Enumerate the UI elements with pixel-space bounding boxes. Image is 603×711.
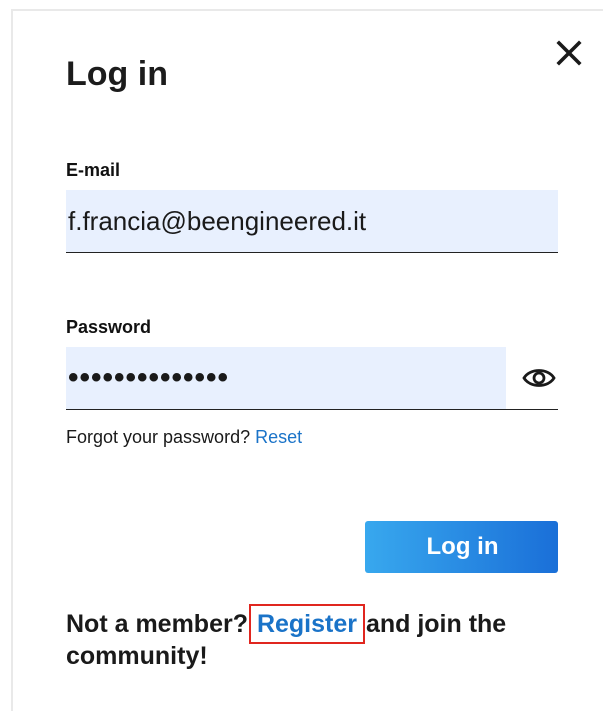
password-input[interactable] xyxy=(66,347,506,409)
register-prompt: Not a member? Register and join the comm… xyxy=(66,604,536,672)
email-label: E-mail xyxy=(66,160,121,180)
register-link[interactable]: Register xyxy=(248,604,365,644)
password-field xyxy=(66,347,558,410)
close-icon xyxy=(556,40,582,66)
email-input[interactable] xyxy=(66,190,558,253)
show-password-toggle[interactable] xyxy=(522,365,556,391)
forgot-password-text: Forgot your password? xyxy=(66,427,251,447)
reset-password-link[interactable]: Reset xyxy=(255,427,302,447)
dialog-title: Log in xyxy=(66,55,168,93)
register-prefix: Not a member? xyxy=(66,610,248,638)
forgot-password-row: Forgot your password? Reset xyxy=(66,425,302,449)
eye-icon xyxy=(522,369,556,387)
close-button[interactable] xyxy=(554,38,584,68)
password-label: Password xyxy=(66,317,152,337)
login-button[interactable]: Log in xyxy=(365,521,558,573)
